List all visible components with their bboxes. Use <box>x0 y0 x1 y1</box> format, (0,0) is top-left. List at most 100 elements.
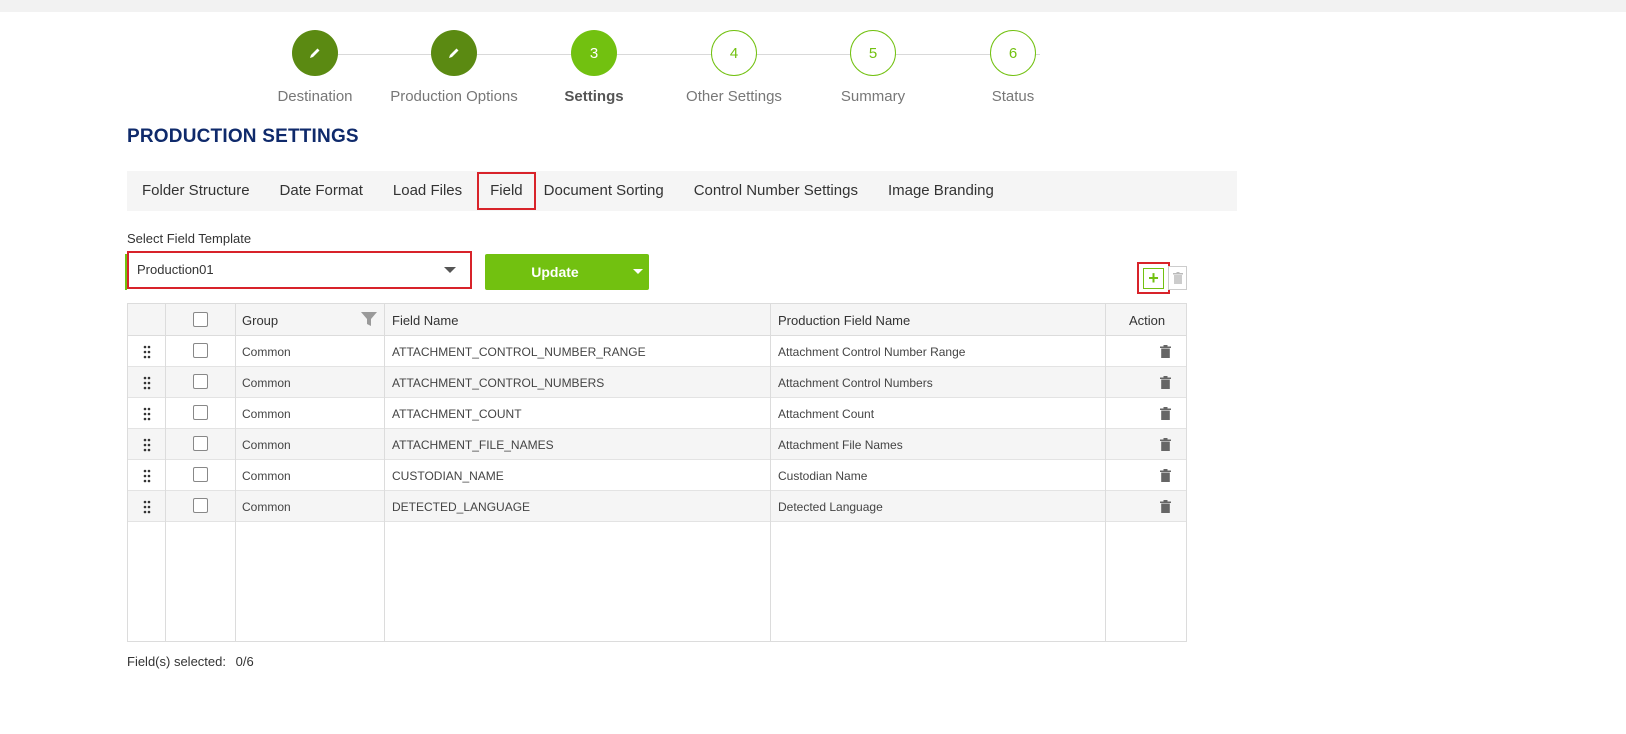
table-row[interactable]: Common CUSTODIAN_NAME Custodian Name <box>128 460 1186 491</box>
step-2-circle[interactable] <box>431 30 477 76</box>
step-1-circle[interactable] <box>292 30 338 76</box>
step-summary[interactable]: 5 Summary <box>808 30 938 105</box>
update-button-label: Update <box>531 264 579 280</box>
filter-icon[interactable] <box>361 312 377 326</box>
step-6-circle[interactable]: 6 <box>990 30 1036 76</box>
trash-icon[interactable] <box>1160 500 1171 513</box>
column-divider <box>235 304 236 641</box>
add-field-button[interactable]: + <box>1137 262 1170 294</box>
trash-icon[interactable] <box>1160 345 1171 358</box>
cell-production-field-name: Attachment Count <box>778 407 875 421</box>
table-row[interactable]: Common ATTACHMENT_CONTROL_NUMBERS Attach… <box>128 367 1186 398</box>
trash-icon[interactable] <box>1160 376 1171 389</box>
trash-icon[interactable] <box>1160 469 1171 482</box>
cell-production-field-name: Attachment Control Number Range <box>778 345 966 359</box>
selection-count: 0/6 <box>235 654 254 669</box>
cell-production-field-name: Detected Language <box>778 500 883 514</box>
row-checkbox[interactable] <box>193 498 208 513</box>
cell-production-field-name: Attachment File Names <box>778 438 903 452</box>
row-checkbox[interactable] <box>193 436 208 451</box>
selection-summary: Field(s) selected: 0/6 <box>127 654 260 669</box>
cell-group: Common <box>242 438 291 452</box>
step-label: Status <box>991 88 1035 105</box>
step-destination[interactable]: Destination <box>250 30 380 105</box>
step-label: Production Options <box>390 88 518 105</box>
cell-group: Common <box>242 376 291 390</box>
tab-document-sorting[interactable]: Document Sorting <box>536 172 679 210</box>
wizard-stepper: Destination Production Options 3 Setting… <box>250 30 1110 110</box>
drag-handle-icon[interactable] <box>142 406 152 422</box>
step-5-circle[interactable]: 5 <box>850 30 896 76</box>
trash-icon[interactable] <box>1160 407 1171 420</box>
pencil-icon <box>310 48 320 58</box>
row-checkbox[interactable] <box>193 405 208 420</box>
cell-group: Common <box>242 407 291 421</box>
step-status[interactable]: 6 Status <box>948 30 1078 105</box>
step-production-options[interactable]: Production Options <box>389 30 519 105</box>
plus-icon: + <box>1143 267 1164 289</box>
tab-image-branding[interactable]: Image Branding <box>873 172 1009 210</box>
header-production-field-name: Production Field Name <box>778 313 911 328</box>
drag-handle-icon[interactable] <box>142 344 152 360</box>
selection-label: Field(s) selected: <box>127 654 226 669</box>
top-bar <box>0 0 1626 12</box>
drag-handle-icon[interactable] <box>142 468 152 484</box>
drag-handle-icon[interactable] <box>142 437 152 453</box>
drag-handle-icon[interactable] <box>142 375 152 391</box>
delete-fields-button[interactable] <box>1168 266 1187 290</box>
field-template-select[interactable]: Production01 <box>125 251 472 290</box>
tab-folder-structure[interactable]: Folder Structure <box>127 172 265 210</box>
column-divider <box>770 304 771 641</box>
table-row[interactable]: Common DETECTED_LANGUAGE Detected Langua… <box>128 491 1186 522</box>
row-checkbox[interactable] <box>193 374 208 389</box>
cell-production-field-name: Custodian Name <box>778 469 868 483</box>
step-label: Summary <box>840 88 906 105</box>
update-dropdown-icon[interactable] <box>633 269 643 274</box>
step-3-circle[interactable]: 3 <box>571 30 617 76</box>
tab-field[interactable]: Field <box>477 172 536 210</box>
fields-grid: Group Field Name Production Field Name A… <box>127 303 1187 642</box>
step-4-circle[interactable]: 4 <box>711 30 757 76</box>
cell-production-field-name: Attachment Control Numbers <box>778 376 933 390</box>
settings-tabs: Folder Structure Date Format Load Files … <box>127 171 1237 211</box>
field-template-value: Production01 <box>137 262 214 277</box>
page-title: PRODUCTION SETTINGS <box>127 126 359 147</box>
cell-field-name: ATTACHMENT_COUNT <box>392 407 522 421</box>
step-settings[interactable]: 3 Settings <box>529 30 659 105</box>
header-field-name: Field Name <box>392 313 459 328</box>
update-button[interactable]: Update <box>485 254 649 290</box>
row-checkbox[interactable] <box>193 343 208 358</box>
cell-group: Common <box>242 469 291 483</box>
field-template-label: Select Field Template <box>127 231 252 246</box>
trash-icon <box>1172 272 1183 284</box>
step-other-settings[interactable]: 4 Other Settings <box>669 30 799 105</box>
drag-handle-icon[interactable] <box>142 499 152 515</box>
tab-date-format[interactable]: Date Format <box>265 172 378 210</box>
cell-group: Common <box>242 500 291 514</box>
step-label: Settings <box>564 88 624 105</box>
row-checkbox[interactable] <box>193 467 208 482</box>
pencil-icon <box>449 48 459 58</box>
table-row[interactable]: Common ATTACHMENT_COUNT Attachment Count <box>128 398 1186 429</box>
chevron-down-icon[interactable] <box>444 267 456 273</box>
cell-field-name: ATTACHMENT_CONTROL_NUMBERS <box>392 376 605 390</box>
trash-icon[interactable] <box>1160 438 1171 451</box>
cell-field-name: CUSTODIAN_NAME <box>392 469 504 483</box>
select-all-checkbox[interactable] <box>193 312 208 327</box>
tab-control-number-settings[interactable]: Control Number Settings <box>679 172 873 210</box>
column-divider <box>384 304 385 641</box>
header-action: Action <box>1129 313 1166 328</box>
table-row[interactable]: Common ATTACHMENT_FILE_NAMES Attachment … <box>128 429 1186 460</box>
column-divider <box>1105 304 1106 641</box>
cell-field-name: ATTACHMENT_CONTROL_NUMBER_RANGE <box>392 345 646 359</box>
tab-load-files[interactable]: Load Files <box>378 172 477 210</box>
step-label: Other Settings <box>686 88 782 105</box>
cell-group: Common <box>242 345 291 359</box>
header-group: Group <box>242 313 279 328</box>
column-divider <box>165 304 166 641</box>
cell-field-name: ATTACHMENT_FILE_NAMES <box>392 438 554 452</box>
step-label: Destination <box>277 88 353 105</box>
grid-header: Group Field Name Production Field Name A… <box>128 304 1186 336</box>
cell-field-name: DETECTED_LANGUAGE <box>392 500 531 514</box>
table-row[interactable]: Common ATTACHMENT_CONTROL_NUMBER_RANGE A… <box>128 336 1186 367</box>
